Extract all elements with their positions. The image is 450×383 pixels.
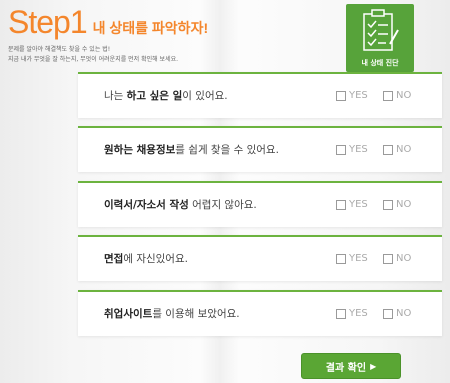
- question-highlight: 원하는 채용정보: [104, 144, 176, 156]
- question-card: 면접에 자신있어요. YES NO: [78, 235, 442, 281]
- question-prefix: 나는: [104, 90, 127, 102]
- yes-option[interactable]: YES: [336, 308, 368, 320]
- yes-label: YES: [349, 144, 368, 155]
- result-button-label: 결과 확인: [325, 362, 367, 374]
- no-option[interactable]: NO: [383, 144, 411, 156]
- step-label: Step1: [8, 4, 88, 40]
- self-diagnosis-badge: 내 상태 진단: [346, 4, 414, 72]
- question-highlight: 면접: [104, 253, 124, 265]
- yes-label: YES: [349, 199, 368, 210]
- question-highlight: 이력서/자소서 작성: [104, 199, 189, 211]
- yes-option[interactable]: YES: [336, 199, 368, 211]
- no-label: NO: [396, 144, 412, 155]
- yes-label: YES: [349, 308, 368, 319]
- question-card: 나는 하고 싶은 일이 있어요. YES NO: [78, 72, 442, 118]
- step-subtitle: 내 상태를 파악하자!: [92, 20, 209, 36]
- view-result-button[interactable]: 결과 확인 ▶: [301, 353, 401, 379]
- question-text: 나는 하고 싶은 일이 있어요.: [104, 74, 228, 118]
- no-label: NO: [396, 90, 412, 101]
- checklist-icon: [363, 9, 399, 51]
- question-suffix: 이 있어요.: [182, 90, 228, 102]
- no-label: NO: [396, 199, 412, 210]
- no-checkbox[interactable]: [383, 145, 393, 155]
- arrow-right-icon: ▶: [370, 361, 377, 371]
- question-suffix: 를 쉽게 찾을 수 있어요.: [175, 144, 279, 156]
- no-option[interactable]: NO: [383, 253, 411, 265]
- yes-checkbox[interactable]: [336, 254, 346, 264]
- no-checkbox[interactable]: [383, 309, 393, 319]
- yes-label: YES: [349, 253, 368, 264]
- step-description: 문제를 알아야 해결책도 찾을 수 있는 법! 지금 내가 무엇을 잘 하는지,…: [8, 45, 338, 65]
- step-title: Step1 내 상태를 파악하자!: [8, 4, 338, 41]
- yes-option[interactable]: YES: [336, 144, 368, 156]
- question-suffix: 에 자신있어요.: [123, 253, 188, 265]
- question-text: 원하는 채용정보를 쉽게 찾을 수 있어요.: [104, 128, 279, 172]
- no-option[interactable]: NO: [383, 199, 411, 211]
- question-text: 면접에 자신있어요.: [104, 237, 188, 281]
- no-label: NO: [396, 253, 412, 264]
- badge-label: 내 상태 진단: [361, 59, 399, 67]
- question-text: 취업사이트를 이용해 보았어요.: [104, 292, 240, 336]
- yes-label: YES: [349, 90, 368, 101]
- no-option[interactable]: NO: [383, 308, 411, 320]
- question-card: 원하는 채용정보를 쉽게 찾을 수 있어요. YES NO: [78, 126, 442, 172]
- question-highlight: 하고 싶은 일: [126, 90, 183, 102]
- yes-checkbox[interactable]: [336, 145, 346, 155]
- question-card: 취업사이트를 이용해 보았어요. YES NO: [78, 290, 442, 336]
- description-line: 지금 내가 무엇을 잘 하는지, 무엇이 어려운지를 먼저 확인해 보세요.: [8, 56, 179, 63]
- yes-checkbox[interactable]: [336, 309, 346, 319]
- description-line: 문제를 알아야 해결책도 찾을 수 있는 법!: [8, 46, 111, 53]
- question-suffix: 를 이용해 보았어요.: [152, 308, 240, 320]
- question-highlight: 취업사이트: [104, 308, 153, 320]
- no-checkbox[interactable]: [383, 200, 393, 210]
- question-card: 이력서/자소서 작성 어렵지 않아요. YES NO: [78, 181, 442, 227]
- no-checkbox[interactable]: [383, 254, 393, 264]
- yes-option[interactable]: YES: [336, 90, 368, 102]
- no-label: NO: [396, 308, 412, 319]
- no-option[interactable]: NO: [383, 90, 411, 102]
- header: Step1 내 상태를 파악하자! 문제를 알아야 해결책도 찾을 수 있는 법…: [8, 4, 338, 65]
- yes-checkbox[interactable]: [336, 91, 346, 101]
- yes-option[interactable]: YES: [336, 253, 368, 265]
- no-checkbox[interactable]: [383, 91, 393, 101]
- yes-checkbox[interactable]: [336, 200, 346, 210]
- question-text: 이력서/자소서 작성 어렵지 않아요.: [104, 183, 257, 227]
- question-suffix: 어렵지 않아요.: [188, 199, 257, 211]
